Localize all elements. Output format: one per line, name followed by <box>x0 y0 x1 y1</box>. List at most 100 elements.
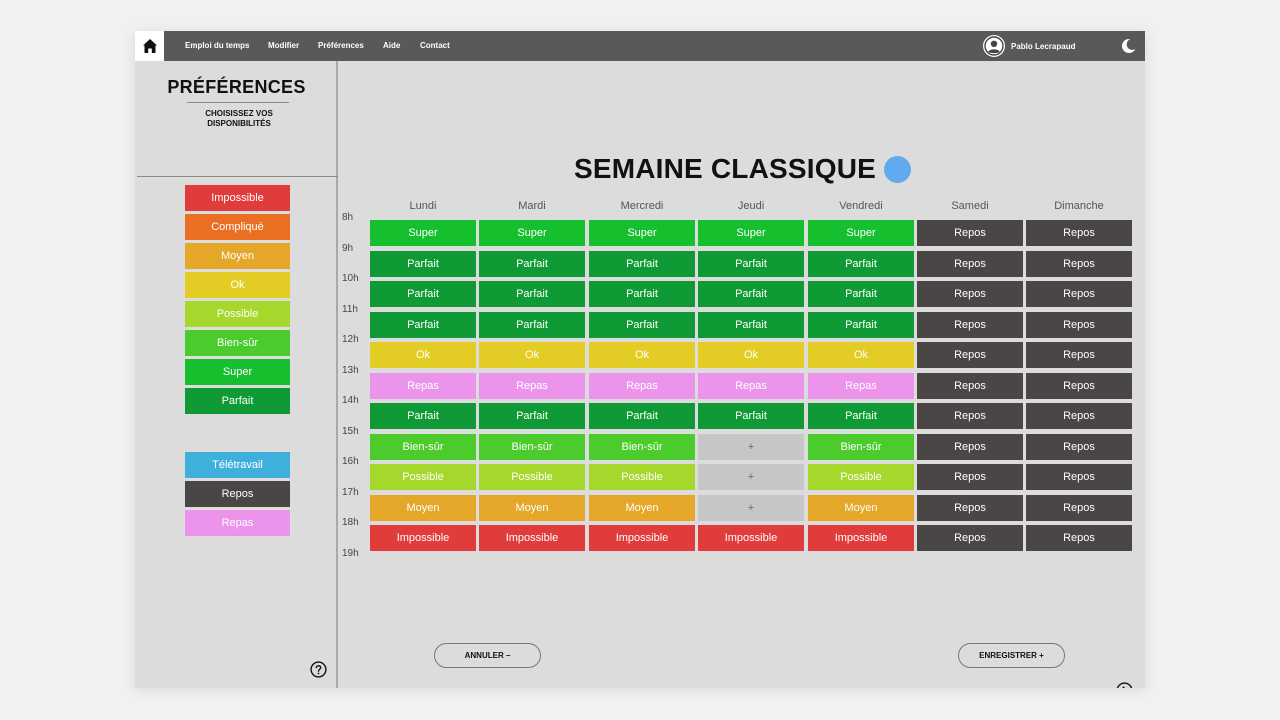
legend-item[interactable]: Moyen <box>185 243 290 269</box>
schedule-cell[interactable]: Repos <box>917 403 1023 429</box>
legend-item[interactable]: Télétravail <box>185 452 290 478</box>
legend-item[interactable]: Repas <box>185 510 290 536</box>
schedule-cell[interactable]: Impossible <box>589 525 695 551</box>
schedule-cell[interactable]: Repos <box>1026 250 1132 277</box>
schedule-cell[interactable]: Moyen <box>370 494 476 521</box>
schedule-cell[interactable]: Repos <box>1026 494 1132 521</box>
schedule-cell[interactable]: Possible <box>589 464 695 490</box>
schedule-cell[interactable]: Ok <box>370 342 476 368</box>
theme-toggle[interactable] <box>1121 38 1138 54</box>
schedule-cell[interactable]: Parfait <box>808 281 914 307</box>
schedule-cell[interactable]: Repas <box>698 372 804 399</box>
schedule-cell[interactable]: Parfait <box>479 281 585 307</box>
legend-item[interactable]: Bien-sûr <box>185 330 290 356</box>
schedule-cell[interactable]: Moyen <box>589 494 695 521</box>
schedule-cell[interactable]: Ok <box>808 342 914 368</box>
schedule-cell[interactable]: + <box>698 494 804 521</box>
schedule-cell[interactable]: Bien-sûr <box>479 433 585 460</box>
schedule-cell[interactable]: Parfait <box>479 250 585 277</box>
schedule-cell[interactable]: Parfait <box>808 403 914 429</box>
schedule-cell[interactable]: Super <box>808 220 914 246</box>
nav-link-modifier[interactable]: Modifier <box>268 31 299 61</box>
schedule-cell[interactable]: Repos <box>917 342 1023 368</box>
schedule-cell[interactable]: Impossible <box>479 525 585 551</box>
schedule-cell[interactable]: Repos <box>1026 372 1132 399</box>
schedule-cell[interactable]: Bien-sûr <box>370 433 476 460</box>
schedule-cell[interactable]: Possible <box>808 464 914 490</box>
schedule-cell[interactable]: Repos <box>917 464 1023 490</box>
schedule-cell[interactable]: Parfait <box>698 281 804 307</box>
legend-item[interactable]: Compliqué <box>185 214 290 240</box>
schedule-cell[interactable]: Parfait <box>370 311 476 338</box>
user-profile[interactable]: Pablo Lecrapaud <box>983 35 1075 57</box>
schedule-cell[interactable]: Ok <box>589 342 695 368</box>
schedule-cell[interactable]: Repos <box>917 220 1023 246</box>
schedule-cell[interactable]: Possible <box>370 464 476 490</box>
schedule-cell[interactable]: Parfait <box>589 403 695 429</box>
legend-item[interactable]: Impossible <box>185 185 290 211</box>
schedule-cell[interactable]: Repos <box>1026 403 1132 429</box>
schedule-cell[interactable]: Repas <box>808 372 914 399</box>
schedule-cell[interactable]: Repos <box>917 281 1023 307</box>
legend-item[interactable]: Parfait <box>185 388 290 414</box>
schedule-cell[interactable]: Repos <box>1026 311 1132 338</box>
schedule-cell[interactable]: Parfait <box>479 311 585 338</box>
schedule-cell[interactable]: Parfait <box>370 281 476 307</box>
schedule-cell[interactable]: Super <box>370 220 476 246</box>
schedule-cell[interactable]: Repas <box>589 372 695 399</box>
schedule-cell[interactable]: Parfait <box>698 250 804 277</box>
schedule-cell[interactable]: Possible <box>479 464 585 490</box>
home-button[interactable] <box>135 31 164 61</box>
next-button[interactable] <box>1116 682 1133 688</box>
schedule-cell[interactable]: Repos <box>917 250 1023 277</box>
schedule-cell[interactable]: Super <box>479 220 585 246</box>
schedule-cell[interactable]: Parfait <box>808 311 914 338</box>
schedule-cell[interactable]: Super <box>698 220 804 246</box>
schedule-cell[interactable]: Impossible <box>808 525 914 551</box>
nav-link-aide[interactable]: Aide <box>383 31 400 61</box>
schedule-cell[interactable]: Bien-sûr <box>808 433 914 460</box>
schedule-cell[interactable]: Parfait <box>370 403 476 429</box>
schedule-cell[interactable]: Parfait <box>589 311 695 338</box>
schedule-cell[interactable]: Repos <box>1026 464 1132 490</box>
schedule-cell[interactable]: Bien-sûr <box>589 433 695 460</box>
nav-link-contact[interactable]: Contact <box>420 31 450 61</box>
legend-item[interactable]: Super <box>185 359 290 385</box>
schedule-cell[interactable]: Repos <box>1026 525 1132 551</box>
schedule-cell[interactable]: Impossible <box>698 525 804 551</box>
schedule-cell[interactable]: + <box>698 433 804 460</box>
nav-link-preferences[interactable]: Préférences <box>318 31 364 61</box>
save-button[interactable]: ENREGISTRER + <box>958 643 1065 668</box>
schedule-cell[interactable]: Parfait <box>479 403 585 429</box>
schedule-cell[interactable]: Moyen <box>479 494 585 521</box>
schedule-cell[interactable]: Parfait <box>698 403 804 429</box>
schedule-cell[interactable]: Parfait <box>370 250 476 277</box>
schedule-cell[interactable]: Repos <box>1026 281 1132 307</box>
nav-link-emploi-du-temps[interactable]: Emploi du temps <box>185 31 249 61</box>
schedule-cell[interactable]: Parfait <box>589 281 695 307</box>
schedule-cell[interactable]: Repos <box>917 433 1023 460</box>
schedule-cell[interactable]: Repos <box>1026 433 1132 460</box>
schedule-cell[interactable]: Impossible <box>370 525 476 551</box>
schedule-cell[interactable]: Repas <box>370 372 476 399</box>
schedule-cell[interactable]: + <box>698 464 804 490</box>
schedule-cell[interactable]: Parfait <box>808 250 914 277</box>
schedule-cell[interactable]: Moyen <box>808 494 914 521</box>
schedule-cell[interactable]: Parfait <box>589 250 695 277</box>
schedule-cell[interactable]: Repas <box>479 372 585 399</box>
cancel-button[interactable]: ANNULER – <box>434 643 541 668</box>
schedule-cell[interactable]: Repos <box>1026 220 1132 246</box>
week-color-dot[interactable] <box>884 155 912 183</box>
schedule-cell[interactable]: Ok <box>479 342 585 368</box>
schedule-cell[interactable]: Parfait <box>698 311 804 338</box>
schedule-cell[interactable]: Repos <box>917 311 1023 338</box>
schedule-cell[interactable]: Repos <box>917 525 1023 551</box>
legend-item[interactable]: Ok <box>185 272 290 298</box>
schedule-cell[interactable]: Repos <box>917 494 1023 521</box>
legend-item[interactable]: Possible <box>185 301 290 327</box>
help-button[interactable] <box>310 661 327 678</box>
schedule-cell[interactable]: Ok <box>698 342 804 368</box>
schedule-cell[interactable]: Repos <box>917 372 1023 399</box>
legend-item[interactable]: Repos <box>185 481 290 507</box>
schedule-cell[interactable]: Super <box>589 220 695 246</box>
